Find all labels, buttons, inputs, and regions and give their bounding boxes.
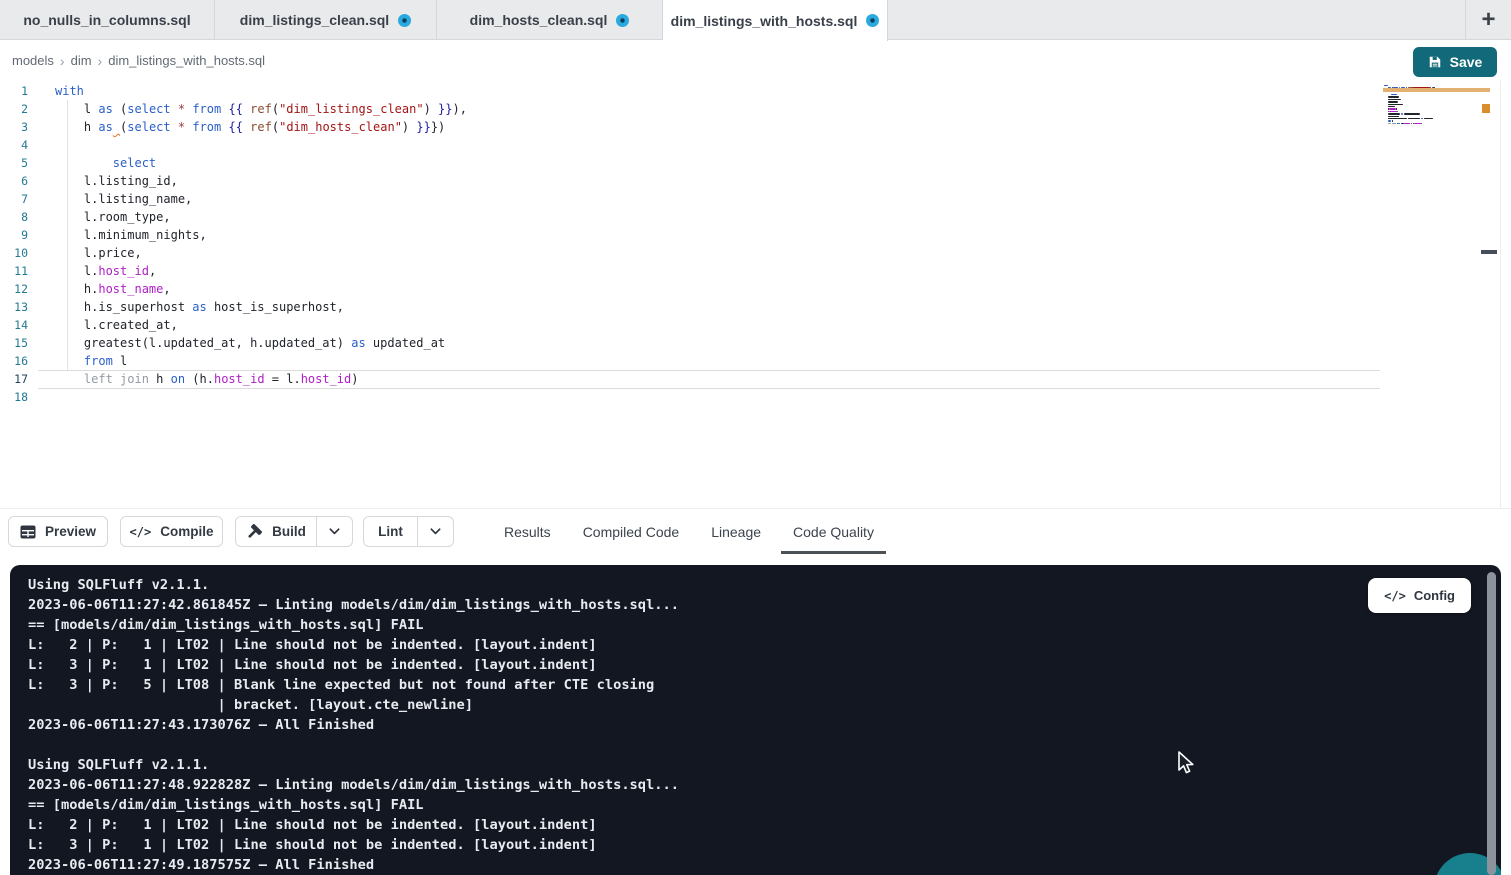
dbt-cloud-ide: no_nulls_in_columns.sql dim_listings_cle…	[0, 0, 1511, 875]
line-number: 13	[0, 298, 28, 316]
code-line[interactable]: 5 select	[0, 154, 467, 172]
panel-tabs: Results Compiled Code Lineage Code Quali…	[488, 509, 890, 554]
line-number: 7	[0, 190, 28, 208]
breadcrumb-filename: dim_listings_with_hosts.sql	[108, 53, 265, 68]
unsaved-changes-icon[interactable]	[616, 14, 629, 27]
tab-label: no_nulls_in_columns.sql	[23, 12, 190, 28]
build-button[interactable]: Build	[235, 516, 317, 547]
line-number: 12	[0, 280, 28, 298]
compile-button[interactable]: </> Compile	[120, 516, 223, 547]
new-tab-button[interactable]: +	[1465, 0, 1511, 39]
line-number: 8	[0, 208, 28, 226]
code-line[interactable]: 8 l.room_type,	[0, 208, 467, 226]
save-label: Save	[1450, 54, 1483, 70]
chevron-down-icon	[328, 525, 341, 538]
compile-label: Compile	[160, 524, 213, 539]
line-number: 15	[0, 334, 28, 352]
overview-ruler-cursor-marker	[1481, 250, 1497, 254]
line-number: 10	[0, 244, 28, 262]
tab-dim-listings-clean[interactable]: dim_listings_clean.sql	[215, 0, 437, 40]
tab-bar-spacer	[888, 0, 1465, 39]
unsaved-changes-icon[interactable]	[866, 14, 879, 27]
file-header: models › dim › dim_listings_with_hosts.s…	[0, 41, 1511, 80]
preview-label: Preview	[45, 524, 96, 539]
code-line[interactable]: 6 l.listing_id,	[0, 172, 467, 190]
line-number: 9	[0, 226, 28, 244]
tab-label: dim_hosts_clean.sql	[470, 12, 608, 28]
line-number: 3	[0, 118, 28, 136]
editor-toolbar: Preview </> Compile Build Lint	[0, 508, 1511, 553]
tab-results[interactable]: Results	[488, 509, 567, 554]
code-line[interactable]: 4	[0, 136, 467, 154]
tab-no-nulls-in-columns[interactable]: no_nulls_in_columns.sql	[0, 0, 215, 40]
build-label: Build	[272, 524, 306, 539]
breadcrumb: models › dim › dim_listings_with_hosts.s…	[12, 41, 265, 80]
tab-lineage[interactable]: Lineage	[695, 509, 777, 554]
line-number: 5	[0, 154, 28, 172]
terminal-output: Using SQLFluff v2.1.1. 2023-06-06T11:27:…	[10, 565, 1501, 875]
code-icon: </>	[130, 525, 152, 539]
editor-right-border	[1500, 80, 1501, 508]
code-line[interactable]: 15 greatest(l.updated_at, h.updated_at) …	[0, 334, 467, 352]
chevron-down-icon	[429, 525, 442, 538]
lint-button[interactable]: Lint	[363, 516, 418, 547]
breadcrumb-dim[interactable]: dim	[71, 53, 92, 68]
lint-dropdown-button[interactable]	[417, 516, 454, 547]
line-number: 17	[0, 370, 28, 388]
tab-code-quality[interactable]: Code Quality	[777, 509, 890, 554]
code-line[interactable]: 17 left join h on (h.host_id = l.host_id…	[0, 370, 467, 388]
tab-dim-hosts-clean[interactable]: dim_hosts_clean.sql	[437, 0, 663, 40]
code-line[interactable]: 14 l.created_at,	[0, 316, 467, 334]
tab-label: dim_listings_with_hosts.sql	[671, 13, 858, 29]
code-icon: </>	[1384, 589, 1406, 603]
code-line[interactable]: 13 h.is_superhost as host_is_superhost,	[0, 298, 467, 316]
code-line[interactable]: 16 from l	[0, 352, 467, 370]
code-line[interactable]: 18	[0, 388, 467, 406]
line-number: 16	[0, 352, 28, 370]
code-line[interactable]: 3 h as (select * from {{ ref("dim_hosts_…	[0, 118, 467, 136]
tab-compiled-code[interactable]: Compiled Code	[567, 509, 696, 554]
hammer-icon	[246, 523, 263, 540]
unsaved-changes-icon[interactable]	[398, 14, 411, 27]
tab-label: dim_listings_clean.sql	[240, 12, 389, 28]
tab-dim-listings-with-hosts[interactable]: dim_listings_with_hosts.sql	[663, 0, 888, 41]
minimap-warning-highlight	[1383, 88, 1490, 92]
code-line[interactable]: 9 l.minimum_nights,	[0, 226, 467, 244]
line-number: 18	[0, 388, 28, 406]
breadcrumb-separator-icon: ›	[98, 53, 103, 69]
code-line[interactable]: 12 h.host_name,	[0, 280, 467, 298]
overview-ruler-warning-marker	[1482, 104, 1490, 113]
line-number: 4	[0, 136, 28, 154]
code-editor[interactable]: 1with2 l as (select * from {{ ref("dim_l…	[0, 80, 1511, 508]
save-button[interactable]: Save	[1413, 47, 1497, 77]
lint-label: Lint	[378, 524, 403, 539]
build-dropdown-button[interactable]	[316, 516, 353, 547]
preview-button[interactable]: Preview	[8, 516, 108, 547]
code-line[interactable]: 11 l.host_id,	[0, 262, 467, 280]
code-line[interactable]: 1with	[0, 82, 467, 100]
config-button[interactable]: </> Config	[1368, 578, 1471, 613]
config-label: Config	[1414, 588, 1455, 603]
terminal-scrollbar[interactable]	[1487, 572, 1496, 875]
code-lines: 1with2 l as (select * from {{ ref("dim_l…	[0, 82, 467, 406]
code-line[interactable]: 7 l.listing_name,	[0, 190, 467, 208]
line-number: 6	[0, 172, 28, 190]
line-number: 2	[0, 100, 28, 118]
line-number: 11	[0, 262, 28, 280]
line-number: 14	[0, 316, 28, 334]
code-line[interactable]: 2 l as (select * from {{ ref("dim_listin…	[0, 100, 467, 118]
breadcrumb-separator-icon: ›	[60, 53, 65, 69]
code-line[interactable]: 10 l.price,	[0, 244, 467, 262]
tab-bar: no_nulls_in_columns.sql dim_listings_cle…	[0, 0, 1511, 40]
breadcrumb-models[interactable]: models	[12, 53, 54, 68]
terminal-panel: Using SQLFluff v2.1.1. 2023-06-06T11:27:…	[10, 565, 1501, 875]
floppy-disk-icon	[1428, 55, 1442, 69]
line-number: 1	[0, 82, 28, 100]
table-grid-icon	[20, 525, 36, 539]
